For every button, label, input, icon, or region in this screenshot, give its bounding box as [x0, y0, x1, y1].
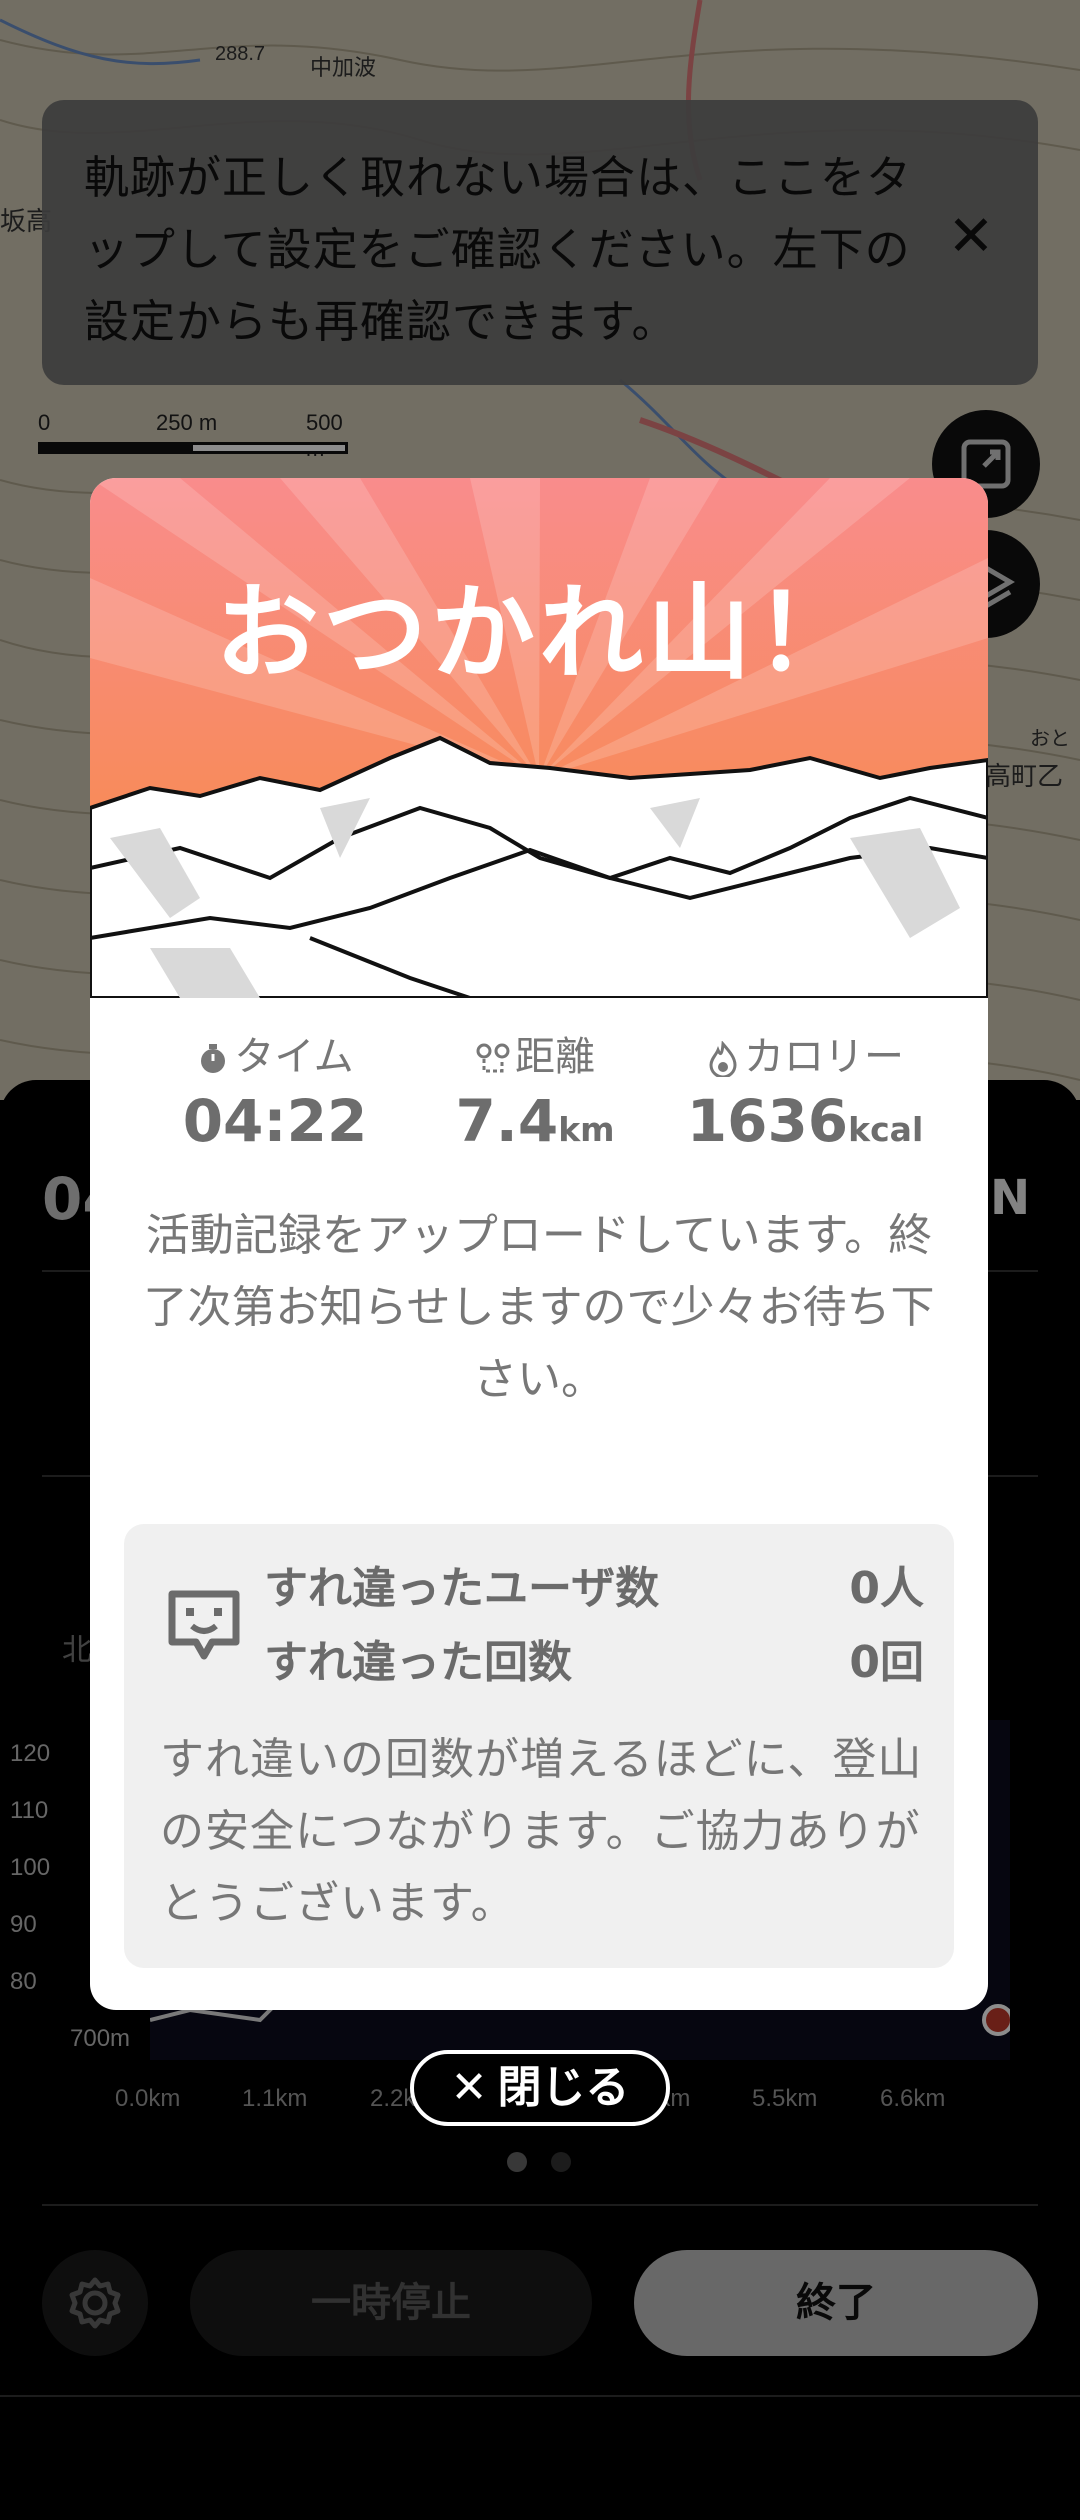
stat-value: 04:22 [182, 1087, 368, 1155]
stat-label: 距離 [515, 1034, 595, 1080]
encounter-card: すれ違ったユーザ数 0人 すれ違った回数 0回 すれ違いの回数が増えるほどに、登… [124, 1524, 954, 1968]
encounter-count-row: すれ違った回数 0回 [264, 1626, 924, 1700]
encounter-users-label: すれ違ったユーザ数 [264, 1563, 660, 1614]
upload-message: 活動記録をアップロードしています。終了次第お知らせしますので少々お待ち下さい。 [143, 1210, 935, 1405]
encounter-note: すれ違いの回数が増えるほどに、登山の安全につながります。ご協力ありがとうございま… [160, 1734, 923, 1929]
stat-calories: カロリー 1636kcal [655, 1028, 955, 1165]
close-icon: ✕ [450, 2062, 488, 2113]
encounter-users-value: 0人 [849, 1563, 924, 1614]
dialog-title: おつかれ山！ [214, 572, 863, 694]
stat-time: タイム 04:22 [125, 1028, 425, 1165]
encounter-users-row: すれ違ったユーザ数 0人 [264, 1552, 924, 1626]
close-dialog-button[interactable]: ✕ 閉じる [410, 2050, 670, 2126]
encounter-count-label: すれ違った回数 [264, 1637, 572, 1688]
stat-label: タイム [234, 1034, 354, 1080]
stat-value: 7.4 [455, 1087, 559, 1155]
encounter-count-value: 0回 [849, 1637, 924, 1688]
completion-dialog: おつかれ山！ タイム 04:22 距離 7.4km カロリー 1636kcal … [90, 478, 988, 2010]
close-button-label: 閉じる [497, 2062, 630, 2113]
stat-distance: 距離 7.4km [385, 1028, 685, 1165]
flame-icon [709, 1041, 737, 1077]
stat-unit: km [558, 1110, 615, 1149]
stat-unit: kcal [848, 1110, 924, 1149]
stat-value: 1636 [686, 1087, 849, 1155]
route-icon [476, 1043, 510, 1073]
stat-label: カロリー [744, 1034, 904, 1080]
hero-illustration: おつかれ山！ [90, 478, 988, 1000]
encounter-face-icon [168, 1590, 240, 1660]
stopwatch-icon [201, 1044, 226, 1073]
